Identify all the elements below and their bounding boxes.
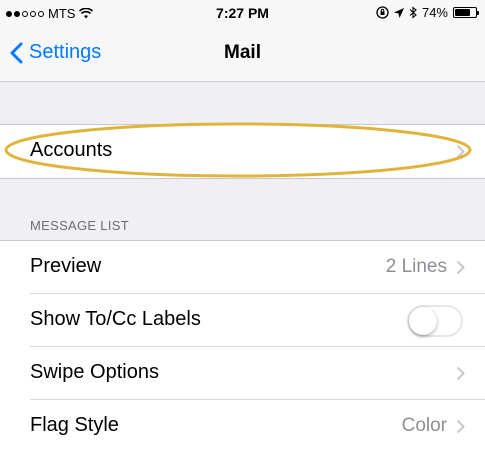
swipe-options-row[interactable]: Swipe Options	[0, 347, 485, 400]
show-to-cc-labels-toggle[interactable]	[407, 305, 463, 337]
bluetooth-icon	[409, 6, 417, 19]
status-bar: MTS 7:27 PM 74%	[0, 0, 485, 26]
page-title: Mail	[224, 42, 261, 63]
divider	[0, 178, 485, 179]
battery-percent: 74%	[421, 5, 448, 20]
accounts-label: Accounts	[30, 139, 113, 161]
preview-row[interactable]: Preview 2 Lines	[0, 241, 485, 294]
battery-icon	[453, 7, 479, 18]
preview-value: 2 Lines	[385, 256, 447, 277]
show-to-cc-labels-row: Show To/Cc Labels	[0, 294, 485, 347]
toggle-knob	[409, 307, 437, 335]
preview-label: Preview	[30, 255, 102, 277]
status-right: 74%	[376, 5, 479, 20]
lock-rotation-icon	[376, 6, 389, 19]
chevron-right-icon	[456, 419, 465, 434]
show-to-cc-labels-label: Show To/Cc Labels	[30, 308, 201, 330]
flag-style-row[interactable]: Flag Style Color	[0, 400, 485, 449]
accounts-row[interactable]: Accounts	[0, 125, 485, 178]
chevron-right-icon	[456, 366, 465, 381]
flag-style-value: Color	[401, 415, 447, 436]
navigation-bar: Settings Mail	[0, 26, 485, 82]
flag-style-label: Flag Style	[30, 414, 119, 436]
location-icon	[393, 7, 404, 18]
chevron-right-icon	[456, 144, 465, 159]
section-header-message-list: MESSAGE LIST	[30, 218, 129, 233]
chevron-right-icon	[456, 260, 465, 275]
swipe-options-label: Swipe Options	[30, 361, 159, 383]
